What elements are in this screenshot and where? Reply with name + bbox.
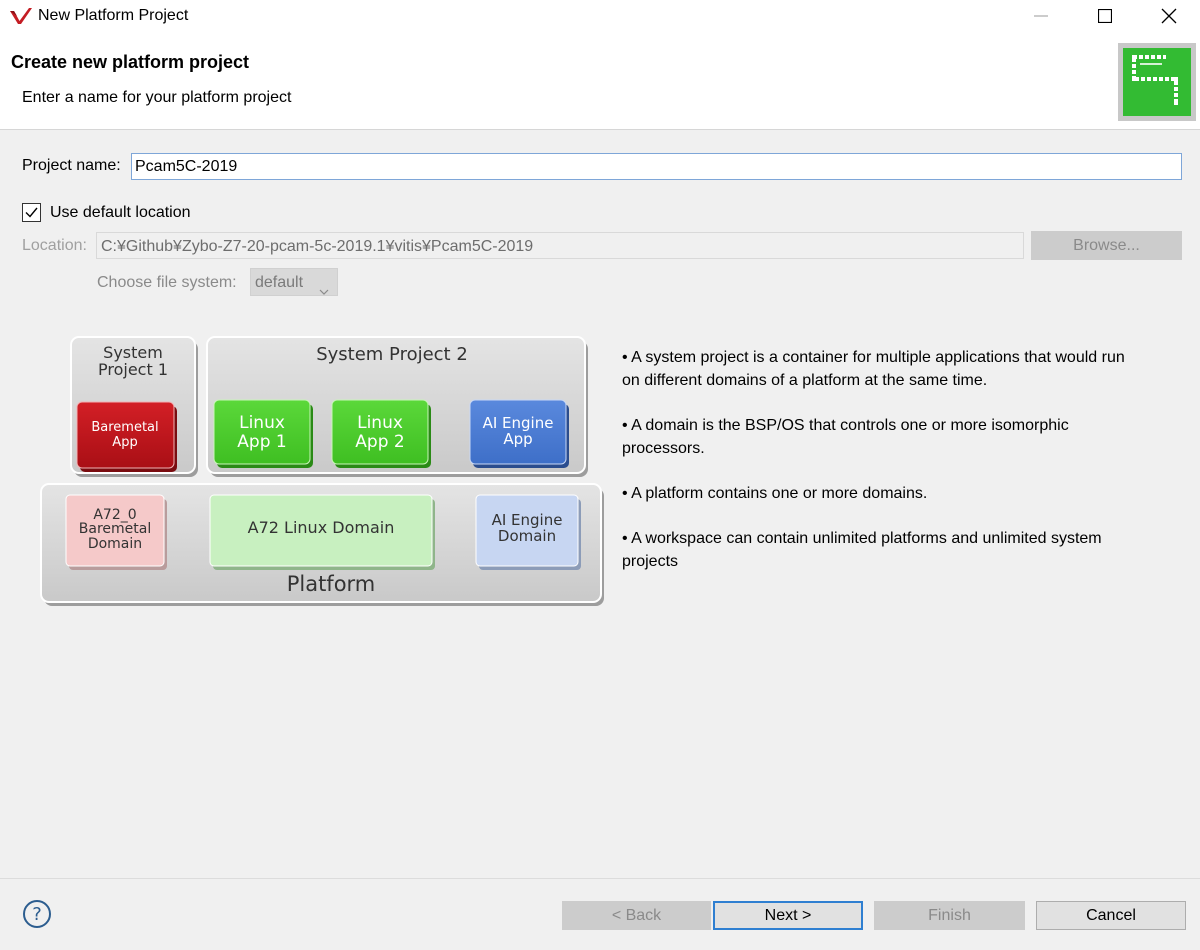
- page-subtitle: Enter a name for your platform project: [22, 89, 292, 106]
- ai-engine-app-line2: App: [503, 430, 532, 448]
- linux-app-1-line1: Linux: [239, 413, 285, 433]
- help-icon[interactable]: ?: [22, 899, 52, 929]
- next-button[interactable]: Next >: [713, 901, 863, 930]
- back-button[interactable]: < Back: [562, 901, 711, 930]
- wizard-header: Create new platform project Enter a name…: [0, 32, 1200, 130]
- location-field[interactable]: C:¥Github¥Zybo-Z7-20-pcam-5c-2019.1¥viti…: [96, 232, 1024, 259]
- svg-text:?: ?: [32, 904, 42, 925]
- use-default-location-label: Use default location: [50, 204, 191, 221]
- page-title: Create new platform project: [11, 52, 250, 72]
- a72-linux-domain-label: A72 Linux Domain: [248, 518, 395, 537]
- bullet-system-project: • A system project is a container for mu…: [622, 349, 1125, 389]
- bullet-domain: • A domain is the BSP/OS that controls o…: [622, 417, 1069, 457]
- close-icon: [1161, 8, 1177, 24]
- cancel-button[interactable]: Cancel: [1036, 901, 1186, 930]
- finish-button[interactable]: Finish: [874, 901, 1025, 930]
- a72-baremetal-domain-line2: Baremetal: [79, 521, 151, 537]
- platform-label: Platform: [287, 572, 376, 596]
- location-label: Location:: [22, 237, 87, 254]
- browse-button-label: Browse...: [1073, 236, 1140, 254]
- baremetal-app-line2: App: [112, 435, 137, 450]
- file-system-value: default: [255, 274, 304, 291]
- info-bullets: • A system project is a container for mu…: [622, 346, 1142, 595]
- browse-button[interactable]: Browse...: [1031, 231, 1182, 260]
- minimize-button[interactable]: [1009, 0, 1073, 32]
- button-bar-divider: [0, 878, 1200, 879]
- ai-engine-domain-line2: Domain: [498, 527, 556, 545]
- close-button[interactable]: [1137, 0, 1200, 32]
- platform-diagram: System Project 1 System Project 2 Bareme…: [40, 336, 604, 606]
- system-project-1-line2: Project 1: [98, 360, 168, 379]
- bullet-workspace: • A workspace can contain unlimited plat…: [622, 530, 1102, 570]
- file-system-label: Choose file system:: [97, 274, 237, 291]
- linux-app-2-line2: App 2: [355, 432, 404, 452]
- vitis-logo-icon: [8, 6, 34, 26]
- project-name-label: Project name:: [22, 157, 121, 174]
- baremetal-app-line1: Baremetal: [91, 420, 158, 435]
- linux-app-2-line1: Linux: [357, 413, 403, 433]
- wizard-logo-icon: [1118, 43, 1196, 121]
- project-name-input[interactable]: [131, 153, 1182, 180]
- window-title: New Platform Project: [38, 7, 189, 24]
- maximize-button[interactable]: [1073, 0, 1137, 32]
- linux-app-1-line2: App 1: [237, 432, 286, 452]
- chevron-down-icon: [319, 278, 329, 306]
- file-system-select[interactable]: default: [250, 268, 338, 296]
- system-project-2-label: System Project 2: [316, 344, 468, 365]
- minimize-icon: [1034, 15, 1048, 17]
- bullet-platform: • A platform contains one or more domain…: [622, 485, 928, 502]
- maximize-icon: [1098, 9, 1112, 23]
- checkmark-icon: [23, 207, 40, 225]
- title-bar: New Platform Project: [0, 0, 1200, 32]
- use-default-location-checkbox[interactable]: [22, 203, 41, 222]
- a72-baremetal-domain-line3: Domain: [88, 536, 142, 552]
